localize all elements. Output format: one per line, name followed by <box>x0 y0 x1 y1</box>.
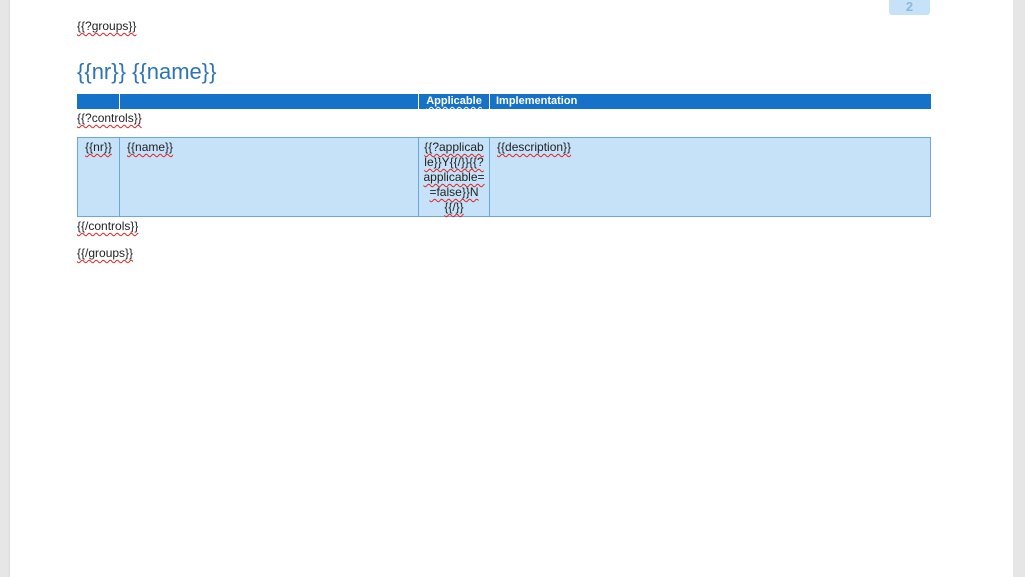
cell-name[interactable]: {{name}} <box>120 138 419 216</box>
controls-close-tag[interactable]: {{/controls}} <box>77 219 138 233</box>
header-cell-nr[interactable] <box>77 94 120 109</box>
cell-name-text: {{name}} <box>127 140 174 154</box>
groups-open-tag[interactable]: {{?groups}} <box>77 19 136 33</box>
document-page <box>10 0 1013 577</box>
right-gutter <box>1013 0 1025 577</box>
header-cell-implementation[interactable]: Implementation <box>490 94 931 109</box>
header-cell-name[interactable] <box>120 94 419 109</box>
controls-open-tag[interactable]: {{?controls}} <box>77 111 142 125</box>
cell-nr-text: {{nr}} <box>85 140 112 154</box>
cell-description-text: {{description}} <box>497 140 572 154</box>
page-number-badge: 2 <box>889 0 930 15</box>
table-row: {{nr}} {{name}} {{?applicable}}Y{{/}}{{?… <box>77 137 931 217</box>
cell-applicable[interactable]: {{?applicable}}Y{{/}}{{?applicable==fals… <box>419 138 490 216</box>
group-heading[interactable]: {{nr}} {{name}} <box>77 59 217 85</box>
cell-description[interactable]: {{description}} <box>490 138 930 216</box>
page-number: 2 <box>905 0 914 14</box>
header-cell-applicable[interactable]: Applicable <box>419 94 490 109</box>
cell-nr[interactable]: {{nr}} <box>78 138 120 216</box>
table-header-row: Applicable Implementation <box>77 94 931 109</box>
cell-applicable-text: {{?applicable}}Y{{/}}{{?applicable==fals… <box>423 140 485 214</box>
groups-close-tag[interactable]: {{/groups}} <box>77 246 133 260</box>
